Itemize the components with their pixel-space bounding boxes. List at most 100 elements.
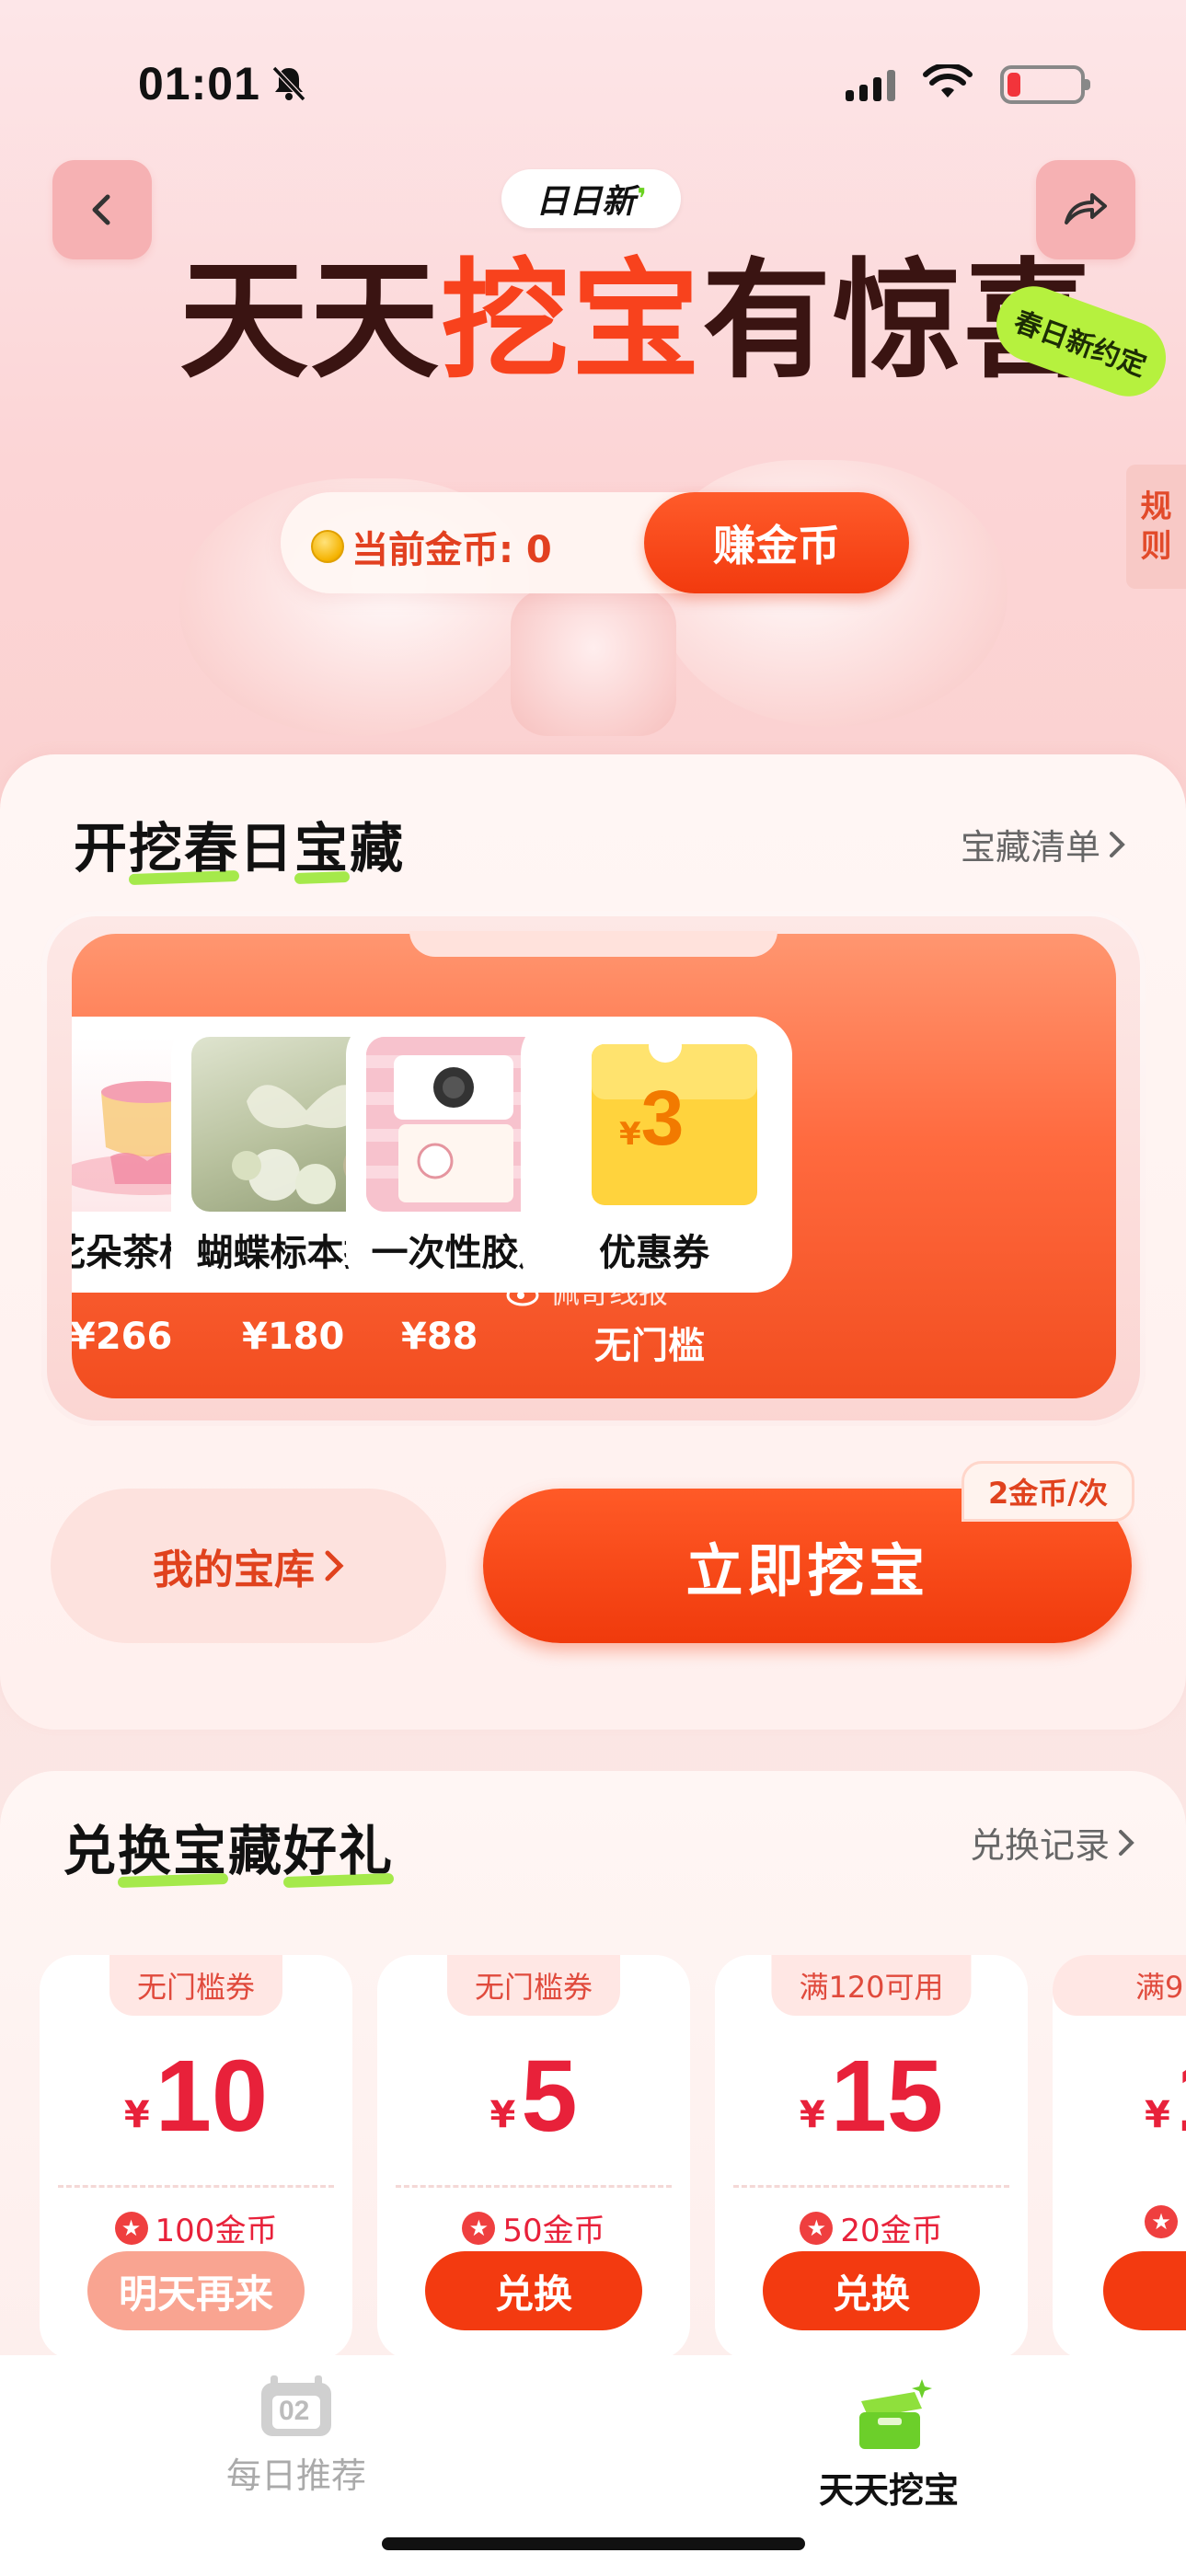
prize-name: 优惠券 [599, 1232, 709, 1274]
exchange-button[interactable]: 兑换 [763, 2251, 980, 2330]
come-back-tomorrow-button[interactable]: 明天再来 [87, 2251, 305, 2330]
coin-icon [311, 530, 344, 563]
coupon-cost: ★ [1053, 2205, 1186, 2238]
star-coin-icon: ★ [462, 2211, 496, 2245]
star-coin-icon: ★ [1145, 2205, 1178, 2238]
coupon-divider [396, 2185, 672, 2188]
tab-daily-recommend[interactable]: 02 每日推荐 [158, 2374, 434, 2498]
watermark: 佩奇线报 [506, 1270, 668, 1312]
prize-price: ¥266 [72, 1316, 173, 1358]
treasure-section-title: 开挖春日宝藏 [74, 805, 405, 882]
rules-char-2: 则 [1140, 527, 1172, 565]
title-char: 开 [74, 817, 130, 880]
coupon-cost-label: 20金币 [840, 2213, 943, 2249]
tab-label: 天天挖宝 [818, 2470, 959, 2511]
mute-bell-icon [269, 63, 309, 107]
title-char: 好礼 [283, 1820, 395, 1882]
coupon-cost: ★ 50金币 [377, 2205, 690, 2250]
calendar-icon: 02 [258, 2374, 335, 2440]
exchange-coupon[interactable]: 满9 ¥1 ★ 兑 [1053, 1955, 1186, 2360]
share-button[interactable] [1036, 160, 1135, 259]
exchange-record-label: 兑换记录 [969, 1825, 1110, 1866]
currency-symbol: ¥ [123, 2094, 150, 2136]
coupon-condition: 满9 [1053, 1955, 1186, 2016]
title-char: 日 [239, 817, 295, 880]
share-arrow-icon [1065, 193, 1107, 224]
title-char: 宝 [294, 817, 351, 880]
coupon-cost: ★ 100金币 [40, 2205, 352, 2250]
coupon-cost-label: 50金币 [502, 2213, 605, 2249]
chevron-right-icon [1119, 1829, 1134, 1856]
page-headline: 天天挖宝有惊喜 [179, 258, 1094, 386]
exchange-record-link[interactable]: 兑换记录 [970, 1817, 1135, 1868]
exchange-coupon[interactable]: 无门槛券 ¥10 ★ 100金币 明天再来 [40, 1955, 352, 2360]
headline-text-highlight: 挖宝 [441, 247, 703, 397]
exchange-coupon[interactable]: 满120可用 ¥15 ★ 20金币 兑换 [715, 1955, 1028, 2360]
coupon-value: ¥¥33 [619, 1075, 685, 1161]
dig-cost-tag: 2金币/次 [961, 1461, 1134, 1522]
leaf-icon: ❜ [637, 182, 647, 215]
rules-tab[interactable]: 规 则 [1126, 465, 1186, 589]
coupon-condition: 无门槛券 [109, 1955, 283, 2016]
coupon-divider [733, 2185, 1009, 2188]
coin-balance: 当前金币: 0 [311, 520, 552, 573]
weibo-icon [506, 1277, 543, 1306]
brand-name: 日日新 [535, 183, 636, 221]
chevron-left-icon [92, 194, 110, 225]
star-coin-icon: ★ [800, 2211, 834, 2245]
coupon-condition: 满120可用 [771, 1955, 972, 2016]
cellular-signal-icon [846, 68, 895, 101]
coupon-amount-number: 1 [1176, 2040, 1186, 2153]
coupon-amount: ¥1 [1053, 2038, 1186, 2155]
coupon-amount: ¥5 [377, 2038, 690, 2155]
coupon-divider [58, 2185, 334, 2188]
title-char: 兑 [63, 1820, 119, 1882]
coupon-amount-number: 5 [521, 2040, 578, 2153]
watermark-text: 佩奇线报 [550, 1275, 669, 1310]
prize-price: ¥88 [401, 1316, 478, 1358]
tab-daily-dig[interactable]: 天天挖宝 [751, 2374, 1027, 2513]
coupon-cost: ★ 20金币 [715, 2205, 1028, 2250]
tab-label: 每日推荐 [225, 2455, 366, 2496]
carousel-notch [409, 931, 777, 957]
title-char: 挖春 [129, 817, 240, 880]
back-button[interactable] [52, 160, 152, 259]
bow-decoration-knot [511, 589, 676, 736]
battery-icon [1000, 65, 1090, 104]
earn-coins-button[interactable]: 赚金币 [644, 492, 909, 593]
home-indicator [382, 2537, 805, 2550]
treasure-list-link[interactable]: 宝藏清单 [961, 819, 1126, 869]
headline-text-1: 天天 [179, 247, 442, 397]
coin-balance-label: 当前金币: 0 [351, 529, 552, 571]
prize-carousel[interactable]: 花朵茶杯 ¥266 蝴蝶标本摆件 ¥180 [72, 934, 1116, 1398]
chevron-right-icon [325, 1550, 344, 1581]
rules-char-1: 规 [1140, 489, 1172, 525]
my-vault-button[interactable]: 我的宝库 [51, 1489, 446, 1643]
brand-logo: 日日新 ❜ [501, 169, 681, 228]
treasure-box-icon [843, 2374, 935, 2455]
coupon-amount-number: 10 [155, 2040, 269, 2153]
title-char: 换宝 [118, 1820, 229, 1882]
status-indicators [846, 63, 1090, 105]
coupon-condition: 无门槛券 [446, 1955, 621, 2016]
title-char: 藏 [350, 817, 406, 880]
exchange-button[interactable]: 兑换 [425, 2251, 642, 2330]
exchange-section-title: 兑换宝藏好礼 [63, 1808, 394, 1885]
exchange-coupon[interactable]: 无门槛券 ¥5 ★ 50金币 兑换 [377, 1955, 690, 2360]
status-time: 01:01 [138, 58, 260, 109]
star-coin-icon: ★ [114, 2211, 148, 2245]
prize-card[interactable]: ¥¥33 优惠券 [521, 1017, 792, 1293]
calendar-date-badge: 02 [279, 2396, 310, 2426]
coupon-cost-label: 100金币 [155, 2213, 278, 2249]
currency-symbol: ¥ [489, 2094, 516, 2136]
coupon-amount: ¥10 [40, 2038, 352, 2155]
title-char: 藏 [228, 1820, 284, 1882]
my-vault-label: 我的宝库 [153, 1547, 315, 1593]
currency-symbol: ¥ [1145, 2094, 1170, 2136]
prize-image-coupon: ¥¥33 [541, 1037, 772, 1212]
exchange-button[interactable]: 兑 [1103, 2251, 1186, 2330]
prize-price: ¥180 [242, 1316, 345, 1358]
treasure-list-label: 宝藏清单 [960, 827, 1100, 868]
coupon-amount: ¥15 [715, 2038, 1028, 2155]
coupon-amount-number: 15 [830, 2040, 944, 2153]
